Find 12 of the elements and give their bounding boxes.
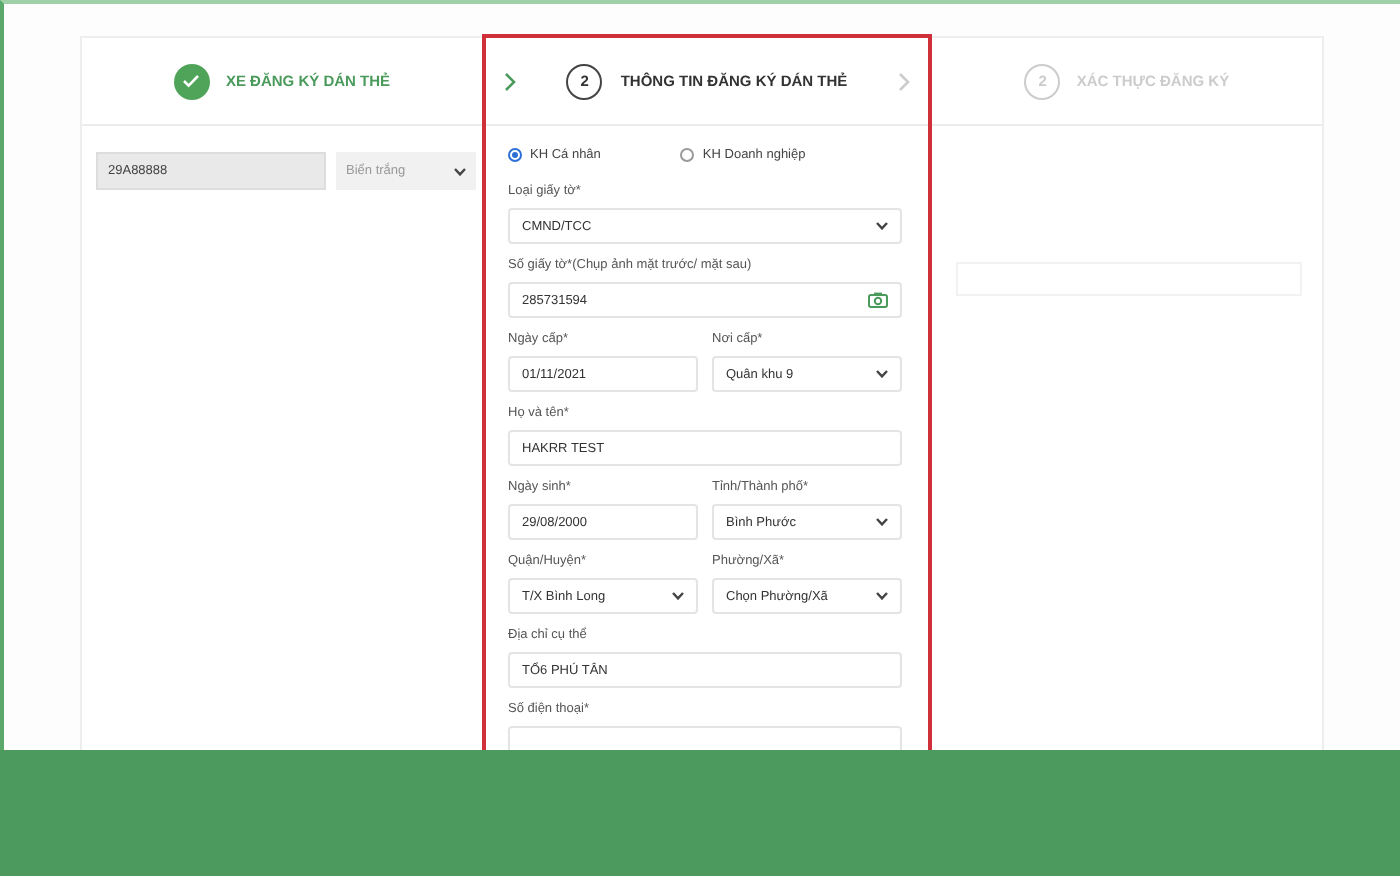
chevron-icon — [502, 71, 518, 91]
caret-icon — [876, 222, 888, 230]
caret-icon — [876, 370, 888, 378]
check-icon — [173, 63, 210, 99]
caret-icon — [876, 592, 888, 600]
radio-icon[interactable] — [680, 148, 695, 162]
camera-icon[interactable] — [868, 292, 888, 308]
chevron-icon — [896, 71, 912, 91]
caret-icon — [672, 592, 684, 600]
caret-icon — [876, 518, 888, 526]
caret-icon — [454, 167, 466, 175]
radio-icon[interactable] — [508, 148, 522, 162]
